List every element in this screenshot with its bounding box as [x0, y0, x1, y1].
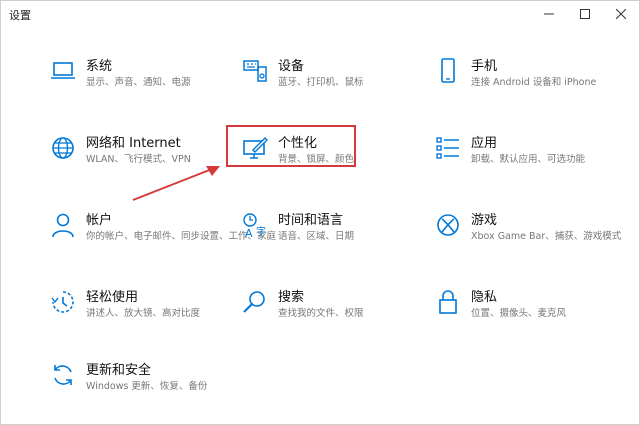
tile-desc: 卸载、默认应用、可选功能	[471, 154, 586, 165]
close-button[interactable]	[603, 1, 639, 27]
tile-name: 应用	[471, 136, 498, 151]
minimize-icon	[544, 13, 554, 15]
tile-name: 时间和语言	[278, 213, 344, 228]
tile-name: 隐私	[471, 290, 498, 305]
sync-icon	[54, 365, 72, 385]
ease-of-access-icon	[51, 291, 74, 313]
tile-name: 帐户	[86, 213, 113, 228]
tile-name: 系统	[86, 59, 113, 74]
tile-desc: 语音、区域、日期	[278, 231, 355, 242]
tile-name: 搜索	[278, 290, 305, 305]
tile-desc: 显示、声音、通知、电源	[86, 77, 191, 88]
tile-time-language[interactable]: A字 时间和语言 语音、区域、日期	[241, 209, 421, 257]
tile-ease-of-access[interactable]: 轻松使用 讲述人、放大镜、高对比度	[49, 286, 229, 334]
tile-desc: 查找我的文件、权限	[278, 308, 364, 319]
tile-desc: 位置、摄像头、麦克风	[471, 308, 567, 319]
tile-desc: Xbox Game Bar、捕获、游戏模式	[471, 231, 622, 242]
settings-window: 设置 系统 显示、声音、通知、电源 设备 蓝牙、打印机、鼠标 手机 连接 And…	[0, 0, 640, 425]
tile-privacy[interactable]: 隐私 位置、摄像头、麦克风	[434, 286, 614, 334]
tile-phone[interactable]: 手机 连接 Android 设备和 iPhone	[434, 55, 614, 103]
tile-name: 更新和安全	[86, 363, 152, 378]
tile-apps[interactable]: 应用 卸载、默认应用、可选功能	[434, 132, 614, 180]
title-bar: 设置	[1, 1, 639, 27]
minimize-button[interactable]	[531, 1, 567, 27]
globe-icon	[52, 137, 74, 159]
search-icon	[243, 291, 265, 313]
keyboard-speaker-icon	[243, 60, 267, 82]
apps-list-icon	[436, 137, 459, 159]
window-title: 设置	[9, 9, 31, 22]
laptop-icon	[51, 62, 75, 79]
highlight-box	[226, 125, 356, 167]
svg-text:字: 字	[256, 225, 266, 238]
tile-update-security[interactable]: 更新和安全 Windows 更新、恢复、备份	[49, 359, 229, 407]
tile-name: 设备	[278, 59, 305, 74]
tile-search[interactable]: 搜索 查找我的文件、权限	[241, 286, 421, 334]
tile-desc: 蓝牙、打印机、鼠标	[278, 77, 364, 88]
tile-name: 手机	[471, 59, 498, 74]
tile-name: 网络和 Internet	[86, 136, 181, 151]
lock-icon	[439, 290, 457, 314]
phone-icon	[441, 58, 455, 83]
tile-gaming[interactable]: 游戏 Xbox Game Bar、捕获、游戏模式	[434, 209, 621, 257]
tile-desc: 讲述人、放大镜、高对比度	[86, 308, 201, 319]
tile-desc: Windows 更新、恢复、备份	[86, 381, 208, 392]
svg-text:A: A	[245, 227, 253, 239]
person-icon	[52, 213, 74, 238]
tile-desc: 连接 Android 设备和 iPhone	[471, 77, 597, 88]
close-icon	[616, 9, 626, 19]
tile-name: 轻松使用	[86, 290, 139, 305]
maximize-icon	[580, 9, 590, 19]
tile-system[interactable]: 系统 显示、声音、通知、电源	[49, 55, 229, 103]
xbox-icon	[437, 214, 459, 236]
tile-accounts[interactable]: 帐户 你的帐户、电子邮件、同步设置、工作、家庭	[49, 209, 276, 257]
tile-name: 游戏	[471, 213, 498, 228]
tile-devices[interactable]: 设备 蓝牙、打印机、鼠标	[241, 55, 421, 103]
time-language-icon: A字	[243, 213, 266, 239]
maximize-button[interactable]	[567, 1, 603, 27]
annotation-arrow-icon	[132, 166, 220, 201]
